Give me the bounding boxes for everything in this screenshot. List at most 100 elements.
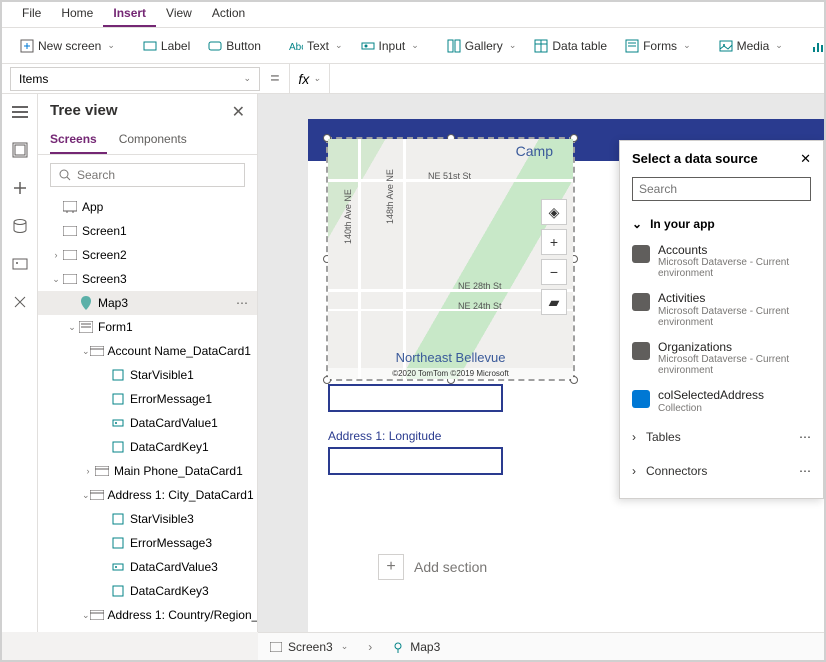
map-pitch-button[interactable]: ▰ bbox=[541, 289, 567, 315]
expand-icon[interactable]: ⌄ bbox=[66, 322, 78, 333]
tree-node[interactable]: ErrorMessage1 bbox=[38, 387, 257, 411]
tree-tab-components[interactable]: Components bbox=[119, 126, 197, 154]
input-button[interactable]: Input⌄ bbox=[353, 35, 427, 57]
tree-node[interactable]: DataCardValue1 bbox=[38, 411, 257, 435]
longitude-label: Address 1: Longitude bbox=[328, 429, 441, 443]
datasource-icon bbox=[632, 390, 650, 408]
tree-node[interactable]: › Main Phone_DataCard1 bbox=[38, 459, 257, 483]
tools-icon[interactable] bbox=[8, 290, 32, 314]
gallery-button[interactable]: Gallery⌄ bbox=[439, 35, 525, 57]
tree-view-icon[interactable] bbox=[8, 138, 32, 162]
data-source-item[interactable]: AccountsMicrosoft Dataverse - Current en… bbox=[632, 237, 811, 285]
tree-node-label: ErrorMessage1 bbox=[130, 392, 212, 406]
data-source-item[interactable]: OrganizationsMicrosoft Dataverse - Curre… bbox=[632, 334, 811, 382]
tree-node[interactable]: ⌄Account Name_DataCard1 bbox=[38, 339, 257, 363]
button-button[interactable]: Button bbox=[200, 35, 269, 57]
tree-node-label: ErrorMessage3 bbox=[130, 536, 212, 550]
tree-node[interactable]: ErrorMessage3 bbox=[38, 531, 257, 555]
media-icon[interactable] bbox=[8, 252, 32, 276]
screen-icon bbox=[62, 248, 78, 262]
menu-home[interactable]: Home bbox=[51, 2, 103, 27]
close-icon[interactable]: ✕ bbox=[232, 102, 245, 122]
data-source-item[interactable]: ActivitiesMicrosoft Dataverse - Current … bbox=[632, 285, 811, 333]
tree-node[interactable]: ⌄Address 1: Country/Region_DataCard bbox=[38, 603, 257, 627]
close-icon[interactable]: ✕ bbox=[800, 151, 811, 167]
tree-node[interactable]: StarVisible1 bbox=[38, 363, 257, 387]
tree-node[interactable]: ⌄Address 1: City_DataCard1 bbox=[38, 483, 257, 507]
card-icon bbox=[90, 488, 104, 502]
card-icon bbox=[90, 608, 104, 622]
street-label: NE 24th St bbox=[458, 301, 502, 311]
map-locate-button[interactable]: ◈ bbox=[541, 199, 567, 225]
menu-file[interactable]: File bbox=[12, 2, 51, 27]
text-button[interactable]: Abc Text⌄ bbox=[281, 35, 351, 57]
tree-node[interactable]: StarVisible4 bbox=[38, 627, 257, 632]
tree-node[interactable]: DataCardKey1 bbox=[38, 435, 257, 459]
street-label: NE 51st St bbox=[428, 171, 471, 181]
tree-node[interactable]: Map3⋯ bbox=[38, 291, 257, 315]
label-button[interactable]: Label bbox=[135, 35, 198, 57]
charts-button[interactable]: Charts⌄ bbox=[803, 35, 826, 57]
formula-input[interactable] bbox=[330, 64, 824, 93]
hamburger-icon[interactable] bbox=[8, 100, 32, 124]
in-your-app-section[interactable]: ⌄ In your app bbox=[632, 211, 811, 237]
tree-node-label: Screen1 bbox=[82, 224, 127, 238]
datasource-icon bbox=[632, 245, 650, 263]
forms-button[interactable]: Forms⌄ bbox=[617, 35, 699, 57]
expand-icon[interactable]: › bbox=[82, 466, 94, 476]
tree-node[interactable]: App bbox=[38, 195, 257, 219]
tree-node[interactable]: DataCardValue3 bbox=[38, 555, 257, 579]
map-city-label: Northeast Bellevue bbox=[328, 350, 573, 365]
property-select[interactable]: Items⌄ bbox=[10, 67, 260, 91]
menu-view[interactable]: View bbox=[156, 2, 202, 27]
tree-node[interactable]: ⌄ Screen3 bbox=[38, 267, 257, 291]
tree-node[interactable]: ⌄Form1 bbox=[38, 315, 257, 339]
breadcrumb-map[interactable]: Map3 bbox=[392, 640, 440, 654]
card-icon bbox=[90, 344, 104, 358]
map-zoom-out-button[interactable]: − bbox=[541, 259, 567, 285]
tree-node[interactable]: StarVisible3 bbox=[38, 507, 257, 531]
map-control[interactable]: NE 51st St NE 28th St NE 24th St 148th A… bbox=[328, 139, 573, 379]
more-icon[interactable]: ⋯ bbox=[799, 430, 811, 444]
screen-icon bbox=[62, 224, 78, 238]
datatable-button[interactable]: Data table bbox=[526, 35, 615, 57]
tree-node[interactable]: Screen1 bbox=[38, 219, 257, 243]
expand-icon[interactable]: ⌄ bbox=[50, 274, 62, 285]
longitude-input-box[interactable] bbox=[328, 447, 503, 475]
tree-node[interactable]: DataCardKey3 bbox=[38, 579, 257, 603]
data-source-search[interactable] bbox=[632, 177, 811, 201]
menu-insert[interactable]: Insert bbox=[103, 2, 156, 27]
fx-label[interactable]: fx⌄ bbox=[289, 64, 329, 93]
tree-node-label: Screen3 bbox=[82, 272, 127, 286]
ctrl2-icon bbox=[110, 560, 126, 574]
expand-icon[interactable]: ⌄ bbox=[82, 346, 90, 357]
menu-action[interactable]: Action bbox=[202, 2, 255, 27]
more-icon[interactable]: ⋯ bbox=[799, 464, 811, 478]
tree-search-input[interactable]: Search bbox=[50, 163, 245, 187]
insert-icon[interactable] bbox=[8, 176, 32, 200]
expand-icon[interactable]: › bbox=[50, 250, 62, 260]
map-zoom-in-button[interactable]: + bbox=[541, 229, 567, 255]
expand-icon[interactable]: ⌄ bbox=[82, 490, 90, 501]
connectors-row[interactable]: ›Connectors ⋯ bbox=[632, 454, 811, 488]
breadcrumb-screen[interactable]: Screen3⌄ bbox=[270, 640, 348, 654]
data-source-item[interactable]: colSelectedAddressCollection bbox=[632, 382, 811, 419]
data-icon[interactable] bbox=[8, 214, 32, 238]
ctrl-icon bbox=[110, 392, 126, 406]
ctrl-icon bbox=[110, 440, 126, 454]
expand-icon[interactable]: ⌄ bbox=[82, 610, 90, 621]
new-screen-button[interactable]: New screen⌄ bbox=[12, 35, 123, 57]
add-section-button[interactable]: + Add section bbox=[378, 554, 487, 580]
map-surface[interactable]: NE 51st St NE 28th St NE 24th St 148th A… bbox=[328, 139, 573, 379]
datasource-sub: Microsoft Dataverse - Current environmen… bbox=[658, 354, 811, 376]
tree-title: Tree view bbox=[50, 102, 118, 122]
tree-node[interactable]: ›Screen2 bbox=[38, 243, 257, 267]
tree-node-label: Main Phone_DataCard1 bbox=[114, 464, 243, 478]
more-icon[interactable]: ⋯ bbox=[236, 296, 249, 310]
tables-row[interactable]: ›Tables ⋯ bbox=[632, 420, 811, 454]
form-field-box[interactable] bbox=[328, 384, 503, 412]
tree-tab-screens[interactable]: Screens bbox=[50, 126, 107, 154]
media-button[interactable]: Media⌄ bbox=[711, 35, 791, 57]
canvas[interactable]: Address 1: Longitude dress + Add section bbox=[258, 94, 824, 632]
tree-node-label: StarVisible3 bbox=[130, 512, 194, 526]
